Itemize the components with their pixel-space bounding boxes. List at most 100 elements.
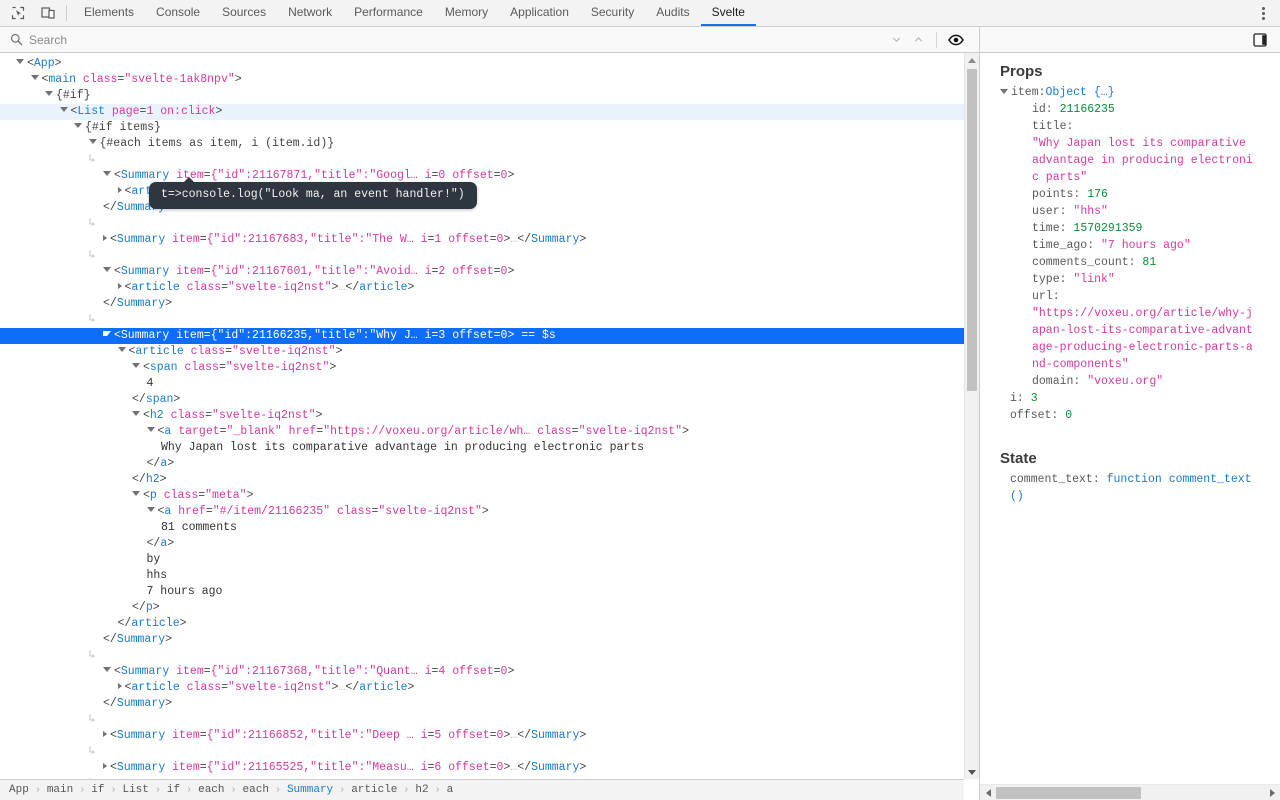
breadcrumb-item-app[interactable]: App [8, 784, 30, 796]
tree-row[interactable]: <Summary item={"id":21166852,"title":"De… [0, 728, 964, 744]
more-options-icon[interactable] [1252, 2, 1274, 24]
scroll-thumb[interactable] [967, 69, 977, 391]
tree-row[interactable]: Why Japan lost its comparative advantage… [0, 440, 964, 456]
hscroll-thumb[interactable] [996, 786, 1141, 799]
eye-icon[interactable] [945, 29, 967, 51]
tree-row[interactable]: ↳ [0, 712, 964, 728]
breadcrumb-item-article[interactable]: article [350, 784, 398, 796]
tree-row[interactable]: </span> [0, 392, 964, 408]
disclosure-triangle-open-icon[interactable] [132, 363, 140, 368]
chevron-down-icon[interactable] [886, 30, 906, 50]
disclosure-triangle-open-icon[interactable] [132, 491, 140, 496]
tree-row[interactable]: <Summary item={"id":21165525,"title":"Me… [0, 760, 964, 776]
tab-audits[interactable]: Audits [645, 0, 700, 26]
tree-row[interactable]: 4 [0, 376, 964, 392]
breadcrumb-item-main[interactable]: main [46, 784, 74, 796]
tree-row[interactable]: <article class="svelte-iq2nst">…</articl… [0, 680, 964, 696]
inspect-cursor-icon[interactable] [8, 3, 28, 23]
disclosure-triangle-closed-icon[interactable] [103, 731, 107, 737]
disclosure-triangle-closed-icon[interactable] [117, 187, 122, 193]
breadcrumb-item-summary[interactable]: Summary [286, 784, 334, 796]
tab-performance[interactable]: Performance [343, 0, 434, 26]
tree-row[interactable]: ↳ [0, 248, 964, 264]
scroll-down-button[interactable] [965, 765, 979, 779]
tree-row[interactable]: by [0, 552, 964, 568]
breadcrumb-item-if[interactable]: if [166, 784, 181, 796]
disclosure-triangle-open-icon[interactable] [117, 347, 126, 352]
tree-row[interactable]: <List page=1 on:click> [0, 104, 964, 120]
disclosure-triangle-open-icon[interactable] [103, 331, 111, 336]
breadcrumb-item-list[interactable]: List [121, 784, 149, 796]
disclosure-triangle-open-icon[interactable] [16, 59, 24, 64]
tree-row[interactable]: {#if items} [0, 120, 964, 136]
tree-row[interactable]: <a href="#/item/21166235" class="svelte-… [0, 504, 964, 520]
tree-row[interactable]: <article class="svelte-iq2nst"> [0, 344, 964, 360]
tree-row[interactable]: <Summary item={"id":21167683,"title":"Th… [0, 232, 964, 248]
tree-row[interactable]: {#if} [0, 88, 964, 104]
disclosure-triangle-open-icon[interactable] [45, 91, 53, 96]
disclosure-triangle-closed-icon[interactable] [103, 763, 107, 769]
tree-row[interactable]: hhs [0, 568, 964, 584]
tree-row[interactable]: ↳ [0, 744, 964, 760]
tree-row-selected[interactable]: <Summary item={"id":21166235,"title":"Wh… [0, 328, 964, 344]
tree-row[interactable]: </p> [0, 600, 964, 616]
disclosure-triangle-open-icon[interactable] [103, 667, 111, 672]
tab-memory[interactable]: Memory [434, 0, 499, 26]
tree-row[interactable]: </a> [0, 456, 964, 472]
disclosure-triangle-closed-icon[interactable] [103, 235, 107, 241]
tree-row[interactable]: 81 comments [0, 520, 964, 536]
tree-row[interactable]: <p class="meta"> [0, 488, 964, 504]
tree-row[interactable]: <span class="svelte-iq2nst"> [0, 360, 964, 376]
device-toolbar-icon[interactable] [38, 3, 58, 23]
hscroll-right-button[interactable] [1264, 785, 1280, 800]
scroll-up-button[interactable] [965, 53, 979, 67]
tree-row[interactable]: </Summary> [0, 696, 964, 712]
disclosure-triangle-open-icon[interactable] [30, 75, 39, 80]
tree-row[interactable]: <Summary item={"id":21167601,"title":"Av… [0, 264, 964, 280]
disclosure-triangle-open-icon[interactable] [146, 507, 155, 512]
tree-row[interactable]: ↳ [0, 216, 964, 232]
disclosure-triangle-open-icon[interactable] [1000, 89, 1008, 94]
tree-row[interactable]: <Summary item={"id":21167871,"title":"Go… [0, 168, 964, 184]
tab-elements[interactable]: Elements [73, 0, 145, 26]
tab-svelte[interactable]: Svelte [700, 0, 756, 26]
tree-row[interactable]: </Summary> [0, 632, 964, 648]
tab-sources[interactable]: Sources [211, 0, 277, 26]
tree-vertical-scrollbar[interactable] [964, 53, 979, 779]
breadcrumb-item-each[interactable]: each [242, 784, 270, 796]
tab-application[interactable]: Application [499, 0, 580, 26]
breadcrumb-item-if[interactable]: if [90, 784, 105, 796]
chevron-up-icon[interactable] [908, 30, 928, 50]
tree-row[interactable]: <h2 class="svelte-iq2nst"> [0, 408, 964, 424]
tab-console[interactable]: Console [145, 0, 211, 26]
component-tree-scroll[interactable]: <App> <main class="svelte-1ak8npv"> {#if} <… [0, 53, 964, 779]
disclosure-triangle-open-icon[interactable] [88, 139, 97, 144]
disclosure-triangle-open-icon[interactable] [74, 123, 82, 128]
tree-row[interactable]: <article class="svelte-iq2nst">…</articl… [0, 184, 964, 200]
breadcrumb-item-a[interactable]: a [446, 784, 455, 796]
tree-row[interactable]: ↳ [0, 648, 964, 664]
tree-row[interactable]: <a target="_blank" href="https://voxeu.o… [0, 424, 964, 440]
disclosure-triangle-open-icon[interactable] [59, 107, 68, 112]
tab-network[interactable]: Network [277, 0, 343, 26]
tree-row[interactable]: </Summary> [0, 296, 964, 312]
tree-row[interactable]: <App> [0, 56, 964, 72]
hscroll-track[interactable] [996, 785, 1264, 800]
disclosure-triangle-open-icon[interactable] [103, 267, 111, 272]
tree-row[interactable]: </article> [0, 616, 964, 632]
disclosure-triangle-open-icon[interactable] [103, 171, 111, 176]
search-input[interactable] [29, 32, 886, 47]
prop-item-root[interactable]: item: Object {…} [990, 84, 1270, 101]
disclosure-triangle-open-icon[interactable] [146, 427, 155, 432]
tree-row[interactable]: </a> [0, 536, 964, 552]
tree-row[interactable]: <main class="svelte-1ak8npv"> [0, 72, 964, 88]
disclosure-triangle-closed-icon[interactable] [117, 683, 122, 689]
tab-security[interactable]: Security [580, 0, 645, 26]
inspector-horizontal-scrollbar[interactable] [980, 784, 1280, 800]
panel-layout-icon[interactable] [1250, 30, 1270, 50]
tree-row[interactable]: ↳ [0, 152, 964, 168]
tree-row[interactable]: {#each items as item, i (item.id)} [0, 136, 964, 152]
tree-row[interactable]: </h2> [0, 472, 964, 488]
hscroll-left-button[interactable] [980, 785, 996, 800]
disclosure-triangle-closed-icon[interactable] [117, 283, 122, 289]
